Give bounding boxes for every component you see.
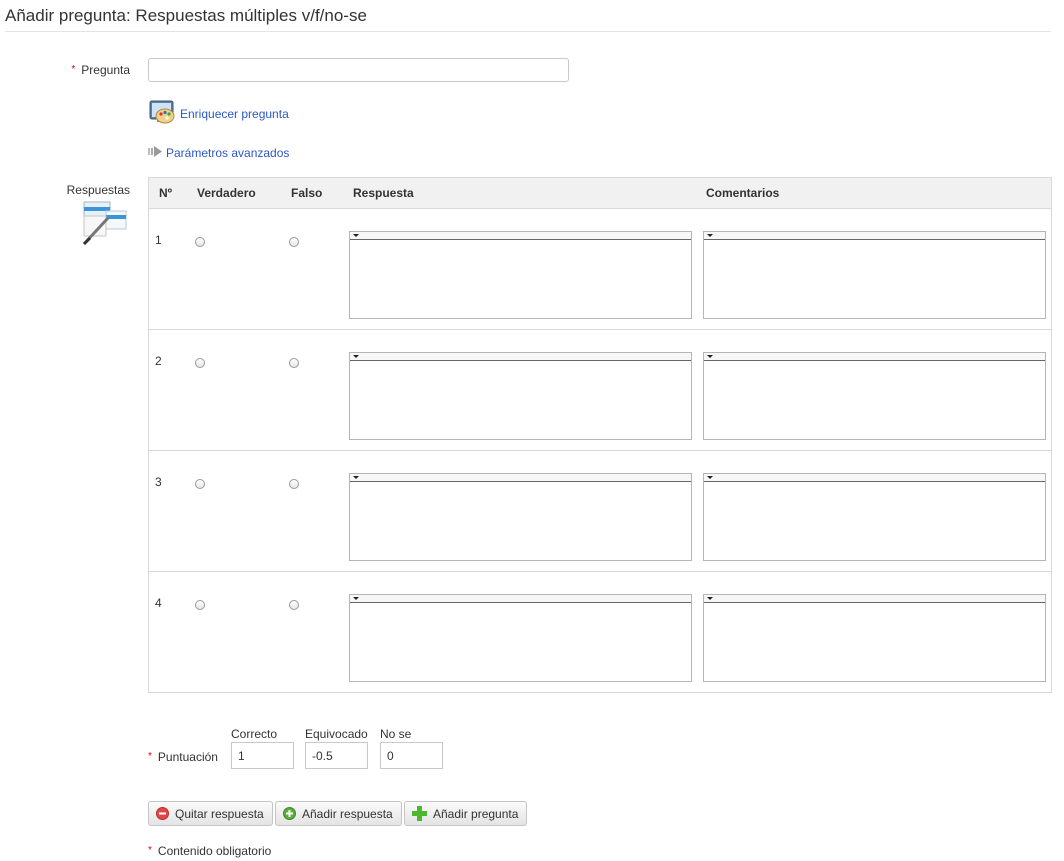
enrich-question-link[interactable]: Enriquecer pregunta — [148, 98, 289, 130]
comment-editor[interactable] — [703, 473, 1046, 561]
header-num: Nº — [159, 186, 173, 200]
expand-toolbar-icon — [707, 234, 713, 237]
answer-editor[interactable] — [349, 594, 692, 682]
answer-row: 3 — [149, 451, 1051, 572]
editor-toolbar-toggle[interactable] — [350, 353, 691, 361]
answer-number: 4 — [155, 596, 162, 610]
expand-toolbar-icon — [353, 355, 359, 358]
comment-editor[interactable] — [703, 231, 1046, 319]
true-radio[interactable] — [195, 479, 205, 489]
answers-table: Nº Verdadero Falso Respuesta Comentarios… — [148, 177, 1052, 693]
answer-number: 1 — [155, 233, 162, 247]
header-comment: Comentarios — [706, 186, 780, 200]
editor-toolbar-toggle[interactable] — [350, 232, 691, 240]
page-title: Añadir pregunta: Respuestas múltiples v/… — [5, 6, 367, 25]
editor-toolbar-toggle[interactable] — [350, 474, 691, 482]
required-mark: * — [71, 64, 76, 75]
add-answer-label: Añadir respuesta — [302, 806, 393, 821]
false-radio[interactable] — [289, 600, 299, 610]
wrong-score-input[interactable]: -0.5 — [305, 742, 368, 769]
wrong-label: Equivocado — [305, 727, 368, 741]
header-true: Verdadero — [197, 186, 256, 200]
remove-answer-label: Quitar respuesta — [175, 806, 264, 821]
add-question-button[interactable]: Añadir pregunta — [404, 801, 528, 826]
header-answer: Respuesta — [353, 186, 414, 200]
editor-toolbar-toggle[interactable] — [704, 595, 1045, 603]
question-label: * Pregunta — [60, 63, 130, 77]
false-radio[interactable] — [289, 237, 299, 247]
answer-row: 2 — [149, 330, 1051, 451]
expand-toolbar-icon — [707, 355, 713, 358]
add-question-label: Añadir pregunta — [433, 806, 519, 821]
comment-editor[interactable] — [703, 352, 1046, 440]
required-note-text: Contenido obligatorio — [157, 844, 272, 858]
correct-score-input[interactable]: 1 — [231, 742, 294, 769]
editor-toolbar-toggle[interactable] — [704, 232, 1045, 240]
answers-label: Respuestas — [66, 183, 130, 197]
title-divider — [5, 31, 1051, 32]
editor-toolbar-toggle[interactable] — [350, 595, 691, 603]
answers-table-header: Nº Verdadero Falso Respuesta Comentarios — [149, 178, 1051, 209]
enrich-question-label: Enriquecer pregunta — [180, 107, 289, 121]
expand-toolbar-icon — [353, 234, 359, 237]
add-circle-icon — [283, 807, 296, 820]
editor-toolbar-toggle[interactable] — [704, 353, 1045, 361]
dontknow-score-input[interactable]: 0 — [380, 742, 443, 769]
expand-toolbar-icon — [707, 476, 713, 479]
advanced-params-arrow-icon — [148, 145, 163, 161]
true-radio[interactable] — [195, 600, 205, 610]
false-radio[interactable] — [289, 479, 299, 489]
question-label-text: Pregunta — [81, 63, 130, 77]
score-label: * Puntuación — [148, 750, 218, 764]
dontknow-label: No se — [380, 727, 412, 741]
comment-editor[interactable] — [703, 594, 1046, 682]
required-mark: * — [148, 751, 152, 762]
answers-edit-icon — [78, 198, 128, 251]
answer-editor[interactable] — [349, 231, 692, 319]
expand-toolbar-icon — [353, 476, 359, 479]
expand-toolbar-icon — [353, 597, 359, 600]
remove-icon — [156, 807, 169, 820]
add-answer-button[interactable]: Añadir respuesta — [275, 801, 402, 826]
required-footnote: * Contenido obligatorio — [148, 844, 271, 858]
answer-number: 2 — [155, 354, 162, 368]
editor-toolbar-toggle[interactable] — [704, 474, 1045, 482]
required-mark: * — [148, 845, 152, 856]
header-false: Falso — [291, 186, 323, 200]
expand-toolbar-icon — [707, 597, 713, 600]
answer-editor[interactable] — [349, 352, 692, 440]
advanced-params-label: Parámetros avanzados — [166, 146, 290, 160]
add-plus-icon — [412, 806, 427, 821]
true-radio[interactable] — [195, 237, 205, 247]
answer-editor[interactable] — [349, 473, 692, 561]
advanced-params-link[interactable]: Parámetros avanzados — [148, 145, 289, 161]
remove-answer-button[interactable]: Quitar respuesta — [148, 801, 273, 826]
enrich-question-icon — [148, 98, 177, 130]
answer-number: 3 — [155, 475, 162, 489]
answer-row: 4 — [149, 572, 1051, 692]
answer-row: 1 — [149, 209, 1051, 330]
question-input[interactable] — [148, 58, 569, 82]
false-radio[interactable] — [289, 358, 299, 368]
true-radio[interactable] — [195, 358, 205, 368]
score-label-text: Puntuación — [157, 750, 218, 764]
correct-label: Correcto — [231, 727, 278, 741]
